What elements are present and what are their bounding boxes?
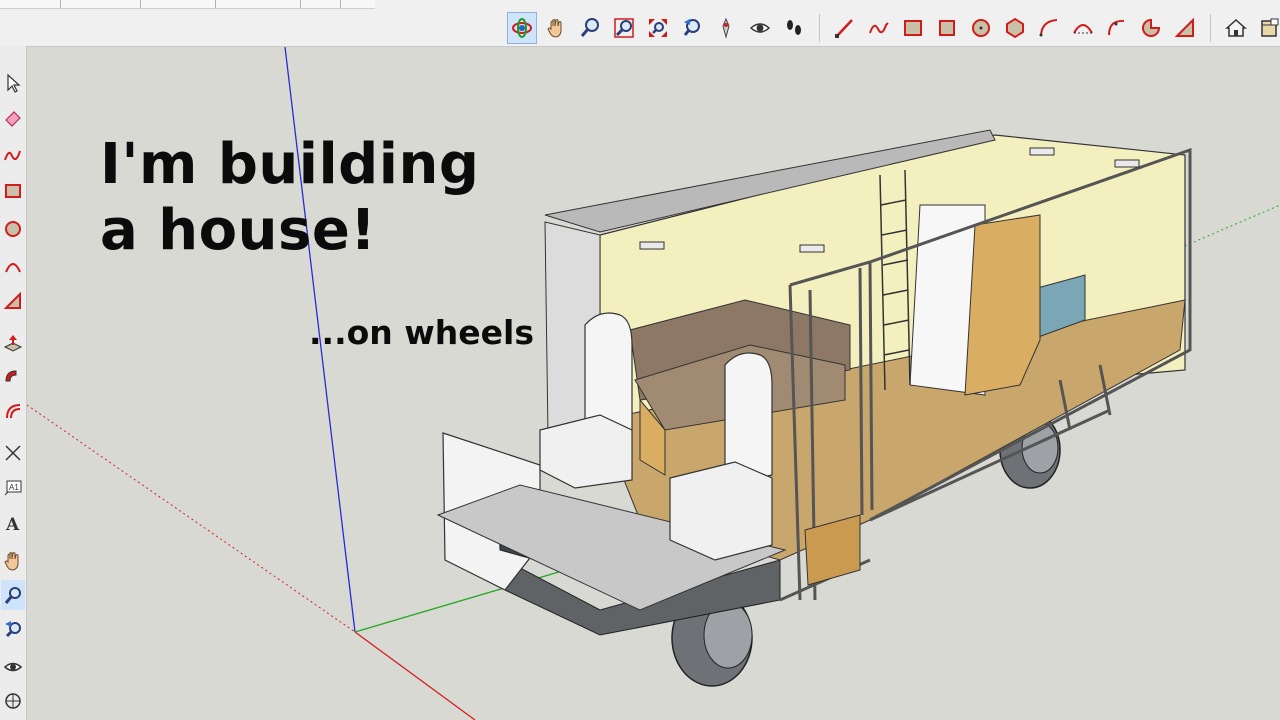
title-line-2: a house! [100, 198, 377, 263]
previous-view-icon [5, 621, 21, 638]
toolbar-area [0, 0, 1280, 47]
line-icon [835, 19, 853, 38]
line-tool-button[interactable] [830, 12, 860, 44]
zoom-tool-button[interactable] [575, 12, 605, 44]
svg-text:A1: A1 [9, 483, 19, 492]
toolbar-separator [1210, 14, 1211, 42]
arc-tool-button[interactable] [1034, 12, 1064, 44]
polygon-icon [1006, 17, 1024, 39]
rectangle-icon [5, 184, 21, 198]
previous-view-tool-button[interactable] [1, 614, 25, 644]
rotated-rectangle-tool-button[interactable] [932, 12, 962, 44]
look-around-tool-button[interactable] [745, 12, 775, 44]
select-tool-button[interactable] [1, 68, 25, 98]
pie-alt-tool-button[interactable] [1170, 12, 1200, 44]
previous-toolbar-strip [0, 0, 375, 9]
zoom-extents-tool-button[interactable] [643, 12, 673, 44]
pie-icon [1174, 17, 1194, 37]
look-around-tool-button[interactable] [1, 652, 25, 682]
freehand-tool-button[interactable] [1, 140, 25, 170]
zoom-window-icon [614, 18, 634, 38]
tape-measure-icon [5, 445, 21, 461]
freehand-tool-button[interactable] [864, 12, 894, 44]
section-plane-tool-button[interactable] [1, 686, 25, 716]
circle-tool-button[interactable] [966, 12, 996, 44]
two-point-arc-tool-button[interactable] [1068, 12, 1098, 44]
circle-icon [5, 221, 21, 237]
main-toolbar [505, 10, 1280, 46]
three-point-arc-icon [1108, 19, 1125, 36]
position-camera-icon [722, 17, 730, 39]
text-tool-button[interactable]: A1 [1, 472, 25, 502]
pie-icon [1142, 18, 1161, 37]
two-point-arc-icon [1073, 24, 1093, 34]
pan-icon [4, 552, 19, 571]
look-around-icon [749, 23, 771, 33]
freehand-icon [869, 22, 889, 34]
3d-text-tool-button[interactable]: A [1, 508, 25, 538]
zoom-window-tool-button[interactable] [609, 12, 639, 44]
title-line-1: I'm building [100, 132, 480, 197]
red-axis-dashed [27, 404, 356, 633]
walk-tool-button[interactable] [779, 12, 809, 44]
walk-icon [787, 20, 801, 35]
toolbar-separator [819, 14, 820, 42]
left-toolbar: A1 A [0, 46, 27, 720]
svg-text:A: A [5, 515, 20, 533]
follow-me-icon [5, 370, 17, 382]
warehouse-icon [1225, 18, 1247, 37]
three-point-arc-tool-button[interactable] [1102, 12, 1132, 44]
orbit-icon [512, 18, 532, 38]
pan-icon [547, 19, 562, 38]
zoom-tool-button[interactable] [1, 580, 25, 610]
text-icon: A1 [4, 480, 22, 496]
overlay-subtitle: ...on wheels [309, 313, 534, 352]
circle-icon [972, 19, 990, 37]
pie-tool-button[interactable] [1, 286, 25, 316]
arc-icon [1039, 19, 1058, 37]
green-axis-dashed [1179, 204, 1280, 249]
look-around-icon [3, 662, 23, 672]
warehouse-button[interactable] [1221, 12, 1251, 44]
circle-tool-button[interactable] [1, 214, 25, 244]
orbit-tool-button[interactable] [507, 12, 537, 44]
rectangle-tool-button[interactable] [1, 176, 25, 206]
freehand-icon [4, 150, 21, 161]
red-axis [354, 631, 476, 720]
offset-icon [6, 404, 21, 419]
rectangle-tool-button[interactable] [898, 12, 928, 44]
pie-icon [3, 291, 21, 309]
follow-me-tool-button[interactable] [1, 362, 25, 392]
pan-tool-button[interactable] [1, 546, 25, 576]
polygon-tool-button[interactable] [1000, 12, 1030, 44]
eraser-tool-button[interactable] [1, 102, 25, 132]
components-button[interactable] [1255, 12, 1280, 44]
arc-tool-button[interactable] [1, 251, 25, 281]
tape-measure-tool-button[interactable] [1, 438, 25, 468]
rotated-rectangle-icon [939, 20, 955, 36]
offset-tool-button[interactable] [1, 396, 25, 426]
section-plane-icon [5, 693, 21, 709]
eraser-icon [5, 111, 21, 127]
previous-view-icon [683, 19, 700, 36]
zoom-icon [4, 587, 21, 604]
3d-text-icon: A [5, 515, 20, 533]
position-camera-tool-button[interactable] [711, 12, 741, 44]
select-icon [7, 73, 21, 93]
components-icon [1261, 18, 1279, 37]
overlay-title: I'm building a house! [100, 132, 479, 264]
rectangle-icon [904, 20, 922, 36]
pie-tool-button[interactable] [1136, 12, 1166, 44]
pan-tool-button[interactable] [541, 12, 571, 44]
zoom-extents-icon [649, 19, 667, 37]
model-viewport[interactable]: I'm building a house! ...on wheels [27, 47, 1280, 720]
push-pull-icon [3, 335, 23, 352]
push-pull-tool-button[interactable] [1, 328, 25, 358]
zoom-icon [580, 18, 599, 37]
arc-icon [5, 263, 21, 273]
previous-view-tool-button[interactable] [677, 12, 707, 44]
